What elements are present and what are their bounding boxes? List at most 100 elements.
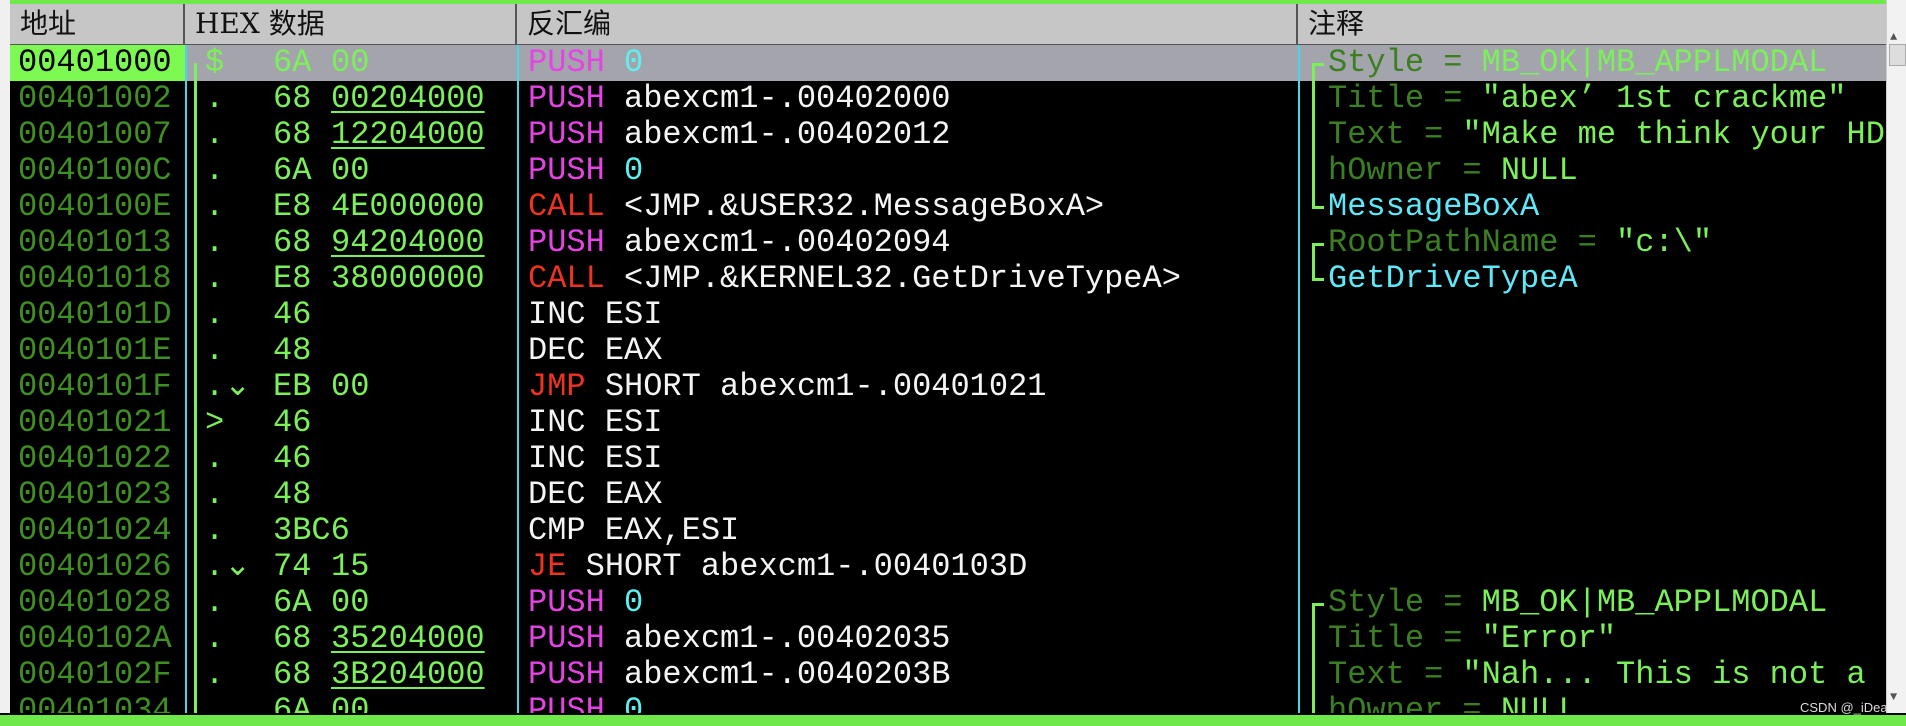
address[interactable]: 0040102F: [10, 657, 185, 693]
operand: 0: [624, 152, 644, 189]
column-divider: [185, 45, 187, 713]
address[interactable]: 00401000: [10, 45, 185, 81]
address[interactable]: 0040101F: [10, 369, 185, 405]
instruction-row[interactable]: 0040102F. 68 3B204000 PUSH abexcm1-.0040203…: [10, 657, 1886, 693]
disassembly[interactable]: PUSH 0: [528, 692, 643, 714]
address[interactable]: 00401024: [10, 513, 185, 549]
mnemonic: PUSH: [528, 80, 605, 117]
column-divider: [517, 45, 519, 713]
disassembly[interactable]: PUSH abexcm1-.00402000: [528, 81, 950, 117]
disassembly[interactable]: PUSH abexcm1-.0040203B: [528, 657, 950, 693]
address[interactable]: 0040101D: [10, 297, 185, 333]
address[interactable]: 00401013: [10, 225, 185, 261]
disassembly[interactable]: CMP EAX,ESI: [528, 513, 739, 549]
jump-marker: .: [205, 656, 225, 693]
comment-value: ″Make me think your HD: [1462, 116, 1885, 153]
comment: RootPathName = ″c:\″: [1328, 225, 1712, 261]
instruction-row[interactable]: 00401021 >46 INC ESI: [10, 405, 1886, 441]
address[interactable]: 00401002: [10, 81, 185, 117]
instruction-row[interactable]: 00401024. 3BC6 CMP EAX,ESI: [10, 513, 1886, 549]
instruction-row[interactable]: 0040101E. 48 DEC EAX: [10, 333, 1886, 369]
instruction-row[interactable]: 00401022. 46 INC ESI: [10, 441, 1886, 477]
instruction-row[interactable]: 0040102A. 68 35204000 PUSH abexcm1-.0040203…: [10, 621, 1886, 657]
disassembly[interactable]: JE SHORT abexcm1-.0040103D: [528, 549, 1027, 585]
operand: EAX: [604, 476, 663, 513]
instruction-row[interactable]: 0040100C. 6A 00 PUSH 0 hOwner = NULL: [10, 153, 1886, 189]
comment-value: ″c:\″: [1616, 224, 1713, 261]
address[interactable]: 0040100E: [10, 189, 185, 225]
jump-marker: .: [205, 296, 225, 333]
disassembly[interactable]: PUSH abexcm1-.00402012: [528, 117, 950, 153]
jump-marker: .: [205, 224, 225, 261]
mnemonic: INC: [528, 404, 586, 441]
disassembly[interactable]: INC ESI: [528, 297, 662, 333]
address[interactable]: 00401023: [10, 477, 185, 513]
comment-value: GetDriveTypeA: [1328, 260, 1578, 297]
instruction-row[interactable]: 00401034. 6A 00 PUSH 0 hOwner = NULL: [10, 693, 1886, 713]
instruction-row[interactable]: 0040101F .⌄ EB 00 JMP SHORT abexcm1-.0040102…: [10, 369, 1886, 405]
disassembly[interactable]: JMP SHORT abexcm1-.00401021: [528, 369, 1046, 405]
comment-value: NULL: [1500, 692, 1578, 714]
instruction-row[interactable]: 00401007. 68 12204000 PUSH abexcm1-.0040201…: [10, 117, 1886, 153]
disassembly[interactable]: PUSH 0: [528, 45, 643, 81]
instruction-row[interactable]: 00401023. 48 DEC EAX: [10, 477, 1886, 513]
hex-operand: 00: [331, 692, 370, 714]
comment-bracket: [1312, 153, 1324, 189]
comment-value: MB_OK|MB_APPLMODAL: [1481, 584, 1828, 621]
instruction-row[interactable]: 00401013. 68 94204000 PUSH abexcm1-.0040209…: [10, 225, 1886, 261]
disassembly[interactable]: INC ESI: [528, 441, 662, 477]
operand: <JMP.&KERNEL32.GetDriveTypeA>: [624, 260, 1181, 297]
hex-opcode: 46: [273, 440, 312, 477]
comment-bracket: [1312, 189, 1324, 209]
address[interactable]: 0040101E: [10, 333, 185, 369]
scroll-thumb[interactable]: [1889, 44, 1906, 66]
comment-value: ″Nah... This is not a: [1462, 656, 1866, 693]
address[interactable]: 00401028: [10, 585, 185, 621]
instruction-row[interactable]: 00401028. 6A 00 PUSH 0 Style = MB_OK|MB_APPL…: [10, 585, 1886, 621]
instruction-row[interactable]: 00401000 $6A 00 PUSH 0 Style = MB_OK|MB_APPL…: [10, 45, 1886, 81]
vertical-scrollbar[interactable]: ▲ ▼: [1886, 0, 1906, 713]
address[interactable]: 00401021: [10, 405, 185, 441]
hex-opcode: EB: [273, 368, 312, 405]
address[interactable]: 00401026: [10, 549, 185, 585]
comment: Title = ″abex’ 1st crackme″: [1328, 81, 1846, 117]
mnemonic: PUSH: [528, 656, 605, 693]
instruction-row[interactable]: 00401026 .⌄ 74 15 JE SHORT abexcm1-.0040103D: [10, 549, 1886, 585]
header-hex[interactable]: HEX 数据: [185, 4, 517, 44]
jump-marker: .: [205, 512, 225, 549]
instruction-row[interactable]: 00401018. E8 38000000 CALL <JMP.&KERNEL32.G…: [10, 261, 1886, 297]
address[interactable]: 0040102A: [10, 621, 185, 657]
hex-opcode: E8: [273, 260, 312, 297]
instruction-row[interactable]: 0040101D. 46 INC ESI: [10, 297, 1886, 333]
address[interactable]: 00401034: [10, 693, 185, 714]
disassembly[interactable]: INC ESI: [528, 405, 662, 441]
comment-param-name: Text =: [1328, 116, 1463, 153]
disassembly[interactable]: DEC EAX: [528, 333, 662, 369]
header-comment[interactable]: 注释: [1298, 4, 1886, 44]
header-disasm[interactable]: 反汇编: [517, 4, 1298, 44]
address[interactable]: 00401022: [10, 441, 185, 477]
scroll-up-icon[interactable]: ▲: [1890, 30, 1897, 44]
disassembly[interactable]: PUSH 0: [528, 585, 643, 621]
address[interactable]: 00401007: [10, 117, 185, 153]
address[interactable]: 00401018: [10, 261, 185, 297]
disassembly[interactable]: PUSH 0: [528, 153, 643, 189]
comment-param-name: Style =: [1328, 584, 1482, 621]
hex-opcode: 68: [273, 656, 312, 693]
comment-value: NULL: [1500, 152, 1578, 189]
header-address[interactable]: 地址: [10, 4, 185, 44]
disassembly[interactable]: PUSH abexcm1-.00402094: [528, 225, 950, 261]
mnemonic: PUSH: [528, 692, 605, 714]
disassembly[interactable]: DEC EAX: [528, 477, 662, 513]
comment-bracket: [1312, 117, 1324, 153]
instruction-row[interactable]: 0040100E. E8 4E000000 CALL <JMP.&USER32.Mes…: [10, 189, 1886, 225]
disassembly[interactable]: CALL <JMP.&KERNEL32.GetDriveTypeA>: [528, 261, 1181, 297]
operand: abexcm1-.00402012: [624, 116, 951, 153]
comment-param-name: Title =: [1328, 80, 1482, 117]
disassembly[interactable]: CALL <JMP.&USER32.MessageBoxA>: [528, 189, 1104, 225]
scroll-down-icon[interactable]: ▼: [1890, 690, 1897, 704]
jump-marker: .: [205, 332, 225, 369]
address[interactable]: 0040100C: [10, 153, 185, 189]
instruction-row[interactable]: 00401002. 68 00204000 PUSH abexcm1-.0040200…: [10, 81, 1886, 117]
disassembly[interactable]: PUSH abexcm1-.00402035: [528, 621, 950, 657]
